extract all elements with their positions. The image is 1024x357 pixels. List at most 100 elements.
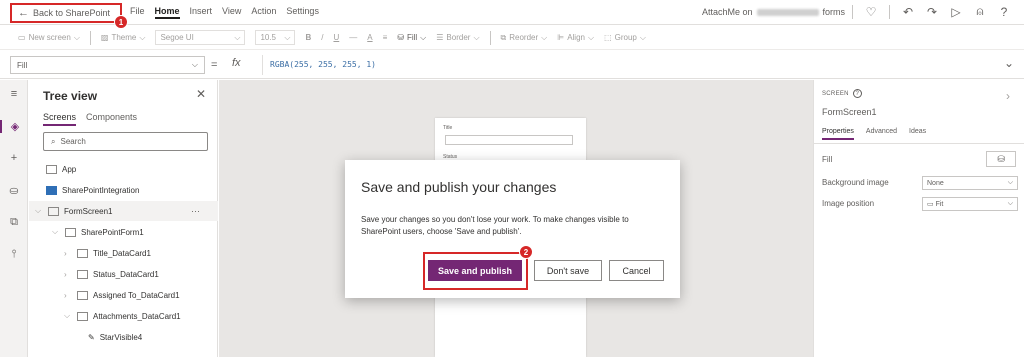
text-align-icon[interactable]: ≡ bbox=[383, 33, 388, 42]
undo-icon[interactable]: ↶ bbox=[896, 5, 920, 19]
tab-ideas[interactable]: Ideas bbox=[909, 128, 926, 140]
chevron-down-icon: ⌵ bbox=[284, 32, 291, 42]
tree-node-app[interactable]: App bbox=[46, 159, 76, 179]
expand-formula-chevron-icon[interactable]: ⌄ bbox=[1004, 56, 1014, 70]
data-database-icon[interactable]: ⛀ bbox=[0, 184, 28, 197]
formula-bar: Fill ⌵ = fx RGBA(255, 255, 255, 1) ⌄ bbox=[0, 51, 1024, 79]
node-label: StarVisible4 bbox=[99, 332, 143, 342]
align-button[interactable]: ⊫ Align ⌵ bbox=[557, 33, 594, 43]
redo-icon[interactable]: ↷ bbox=[920, 5, 944, 19]
border-button[interactable]: ☰ Border ⌵ bbox=[436, 33, 479, 43]
tree-node-attachments-datacard[interactable]: ⌵ Attachments_DataCard1 bbox=[64, 306, 181, 326]
font-size-select[interactable]: 10.5 ⌵ bbox=[255, 30, 296, 45]
strikethrough-button[interactable]: — bbox=[349, 33, 357, 42]
menu-settings[interactable]: Settings bbox=[286, 6, 319, 19]
preview-play-icon[interactable]: ▷ bbox=[944, 5, 968, 19]
media-icon[interactable]: ⧉ bbox=[0, 216, 28, 229]
fx-icon[interactable]: fx bbox=[232, 57, 241, 69]
underline-button[interactable]: U bbox=[333, 33, 339, 42]
image-position-value-wrap: ▭ Fit bbox=[927, 200, 943, 208]
node-label: SharePointIntegration bbox=[62, 185, 140, 195]
selected-control-name: FormScreen1 bbox=[822, 107, 877, 117]
card-icon bbox=[77, 290, 88, 300]
fill-button[interactable]: ⛁ Fill ⌵ bbox=[397, 33, 426, 43]
chevron-right-icon[interactable]: › bbox=[1006, 89, 1010, 103]
background-image-label: Background image bbox=[822, 178, 889, 187]
app-checker-icon[interactable]: ♡ bbox=[859, 5, 883, 19]
fill-label: Fill bbox=[406, 33, 418, 42]
divider bbox=[852, 4, 853, 19]
back-to-sharepoint-button[interactable]: ← Back to SharePoint bbox=[10, 3, 122, 23]
command-toolbar: ▭ New screen ⌵ ▨ Theme ⌵ Segoe UI ⌵ 10.5… bbox=[0, 26, 1024, 50]
properties-panel: SCREEN ? › FormScreen1 Properties Advanc… bbox=[813, 80, 1024, 357]
reorder-label: Reorder bbox=[509, 33, 539, 42]
fill-color-picker[interactable]: ⛁ bbox=[986, 151, 1016, 167]
tree-view-layers-icon[interactable]: ◈ bbox=[0, 120, 28, 133]
node-label: SharePointForm1 bbox=[81, 227, 144, 237]
menu-action[interactable]: Action bbox=[251, 6, 276, 19]
chevron-down-icon: ⌵ bbox=[64, 311, 71, 320]
chevron-down-icon: ⌵ bbox=[139, 32, 146, 42]
dont-save-button[interactable]: Don't save bbox=[534, 260, 602, 281]
panel-caption: SCREEN ? bbox=[822, 89, 862, 98]
close-icon[interactable]: ✕ bbox=[196, 87, 206, 101]
tab-advanced[interactable]: Advanced bbox=[866, 128, 897, 140]
cancel-button[interactable]: Cancel bbox=[609, 260, 664, 281]
form-icon bbox=[65, 227, 76, 237]
chevron-right-icon: › bbox=[64, 269, 67, 279]
menu-view[interactable]: View bbox=[222, 6, 241, 19]
menu-file[interactable]: File bbox=[130, 6, 145, 19]
more-options-icon[interactable]: ··· bbox=[191, 206, 200, 216]
advanced-tools-icon[interactable]: ⫯ bbox=[0, 248, 28, 261]
tree-search-input[interactable]: ⌕ Search bbox=[43, 132, 208, 151]
title-field-preview bbox=[445, 135, 573, 145]
italic-button[interactable]: / bbox=[321, 33, 323, 42]
tree-node-status-datacard[interactable]: › Status_DataCard1 bbox=[64, 264, 159, 284]
font-color-button[interactable]: A bbox=[367, 33, 372, 42]
menu-home[interactable]: Home bbox=[154, 6, 180, 19]
tree-node-assignedto-datacard[interactable]: › Assigned To_DataCard1 bbox=[64, 285, 180, 305]
insert-plus-icon[interactable]: + bbox=[0, 152, 28, 164]
fit-icon: ▭ bbox=[927, 201, 936, 208]
edit-icon: ✎ bbox=[88, 332, 95, 342]
menu-insert[interactable]: Insert bbox=[190, 6, 213, 19]
reorder-button[interactable]: ⧉ Reorder ⌵ bbox=[501, 33, 548, 43]
chevron-down-icon: ⌵ bbox=[1007, 179, 1013, 186]
border-label: Border bbox=[446, 33, 471, 42]
app-icon bbox=[46, 164, 57, 174]
chevron-down-icon: ⌵ bbox=[35, 206, 42, 215]
tab-screens[interactable]: Screens bbox=[43, 112, 77, 126]
left-rail: ≡ ◈ + ⛀ ⧉ ⫯ bbox=[0, 80, 28, 357]
property-dropdown[interactable]: Fill ⌵ bbox=[10, 56, 205, 74]
tree-node-starvisible4[interactable]: ✎ StarVisible4 bbox=[88, 327, 142, 347]
font-family-select[interactable]: Segoe UI ⌵ bbox=[155, 30, 246, 45]
tab-components[interactable]: Components bbox=[86, 112, 137, 126]
chevron-down-icon: ⌵ bbox=[73, 32, 80, 42]
reorder-icon: ⧉ bbox=[500, 32, 507, 42]
fill-property-label: Fill bbox=[822, 155, 833, 164]
image-position-select[interactable]: ▭ Fit ⌵ bbox=[922, 197, 1018, 211]
top-actions: ♡ ↶ ↷ ▷ ⍝ ? bbox=[846, 4, 1016, 19]
tree-node-sharepointintegration[interactable]: SharePointIntegration bbox=[46, 180, 139, 200]
tree-node-sharepointform1[interactable]: ⌵ SharePointForm1 bbox=[52, 222, 144, 242]
bold-button[interactable]: B bbox=[305, 33, 311, 42]
save-and-publish-button[interactable]: Save and publish bbox=[428, 260, 522, 281]
tree-node-title-datacard[interactable]: › Title_DataCard1 bbox=[64, 243, 151, 263]
new-screen-icon: ▭ bbox=[18, 33, 26, 42]
paint-bucket-icon: ⛁ bbox=[397, 33, 404, 42]
theme-button[interactable]: ▨ Theme ⌵ bbox=[101, 33, 146, 43]
group-button[interactable]: ⬚ Group ⌵ bbox=[604, 33, 646, 43]
new-screen-button[interactable]: ▭ New screen ⌵ bbox=[18, 33, 80, 43]
help-icon[interactable]: ? bbox=[992, 5, 1016, 19]
formula-input[interactable]: RGBA(255, 255, 255, 1) bbox=[270, 60, 376, 69]
hamburger-menu-icon[interactable]: ≡ bbox=[0, 88, 28, 100]
tree-tabs: Screens Components bbox=[43, 112, 137, 126]
share-user-icon[interactable]: ⍝ bbox=[968, 4, 992, 19]
background-image-select[interactable]: None ⌵ bbox=[922, 176, 1018, 190]
help-circle-icon[interactable]: ? bbox=[852, 89, 862, 98]
tab-properties[interactable]: Properties bbox=[822, 128, 854, 140]
screen-caption: SCREEN bbox=[822, 90, 849, 97]
border-icon: ☰ bbox=[436, 33, 444, 42]
group-icon: ⬚ bbox=[604, 33, 612, 42]
tree-node-formscreen1[interactable]: ⌵ FormScreen1 ··· bbox=[29, 201, 218, 221]
